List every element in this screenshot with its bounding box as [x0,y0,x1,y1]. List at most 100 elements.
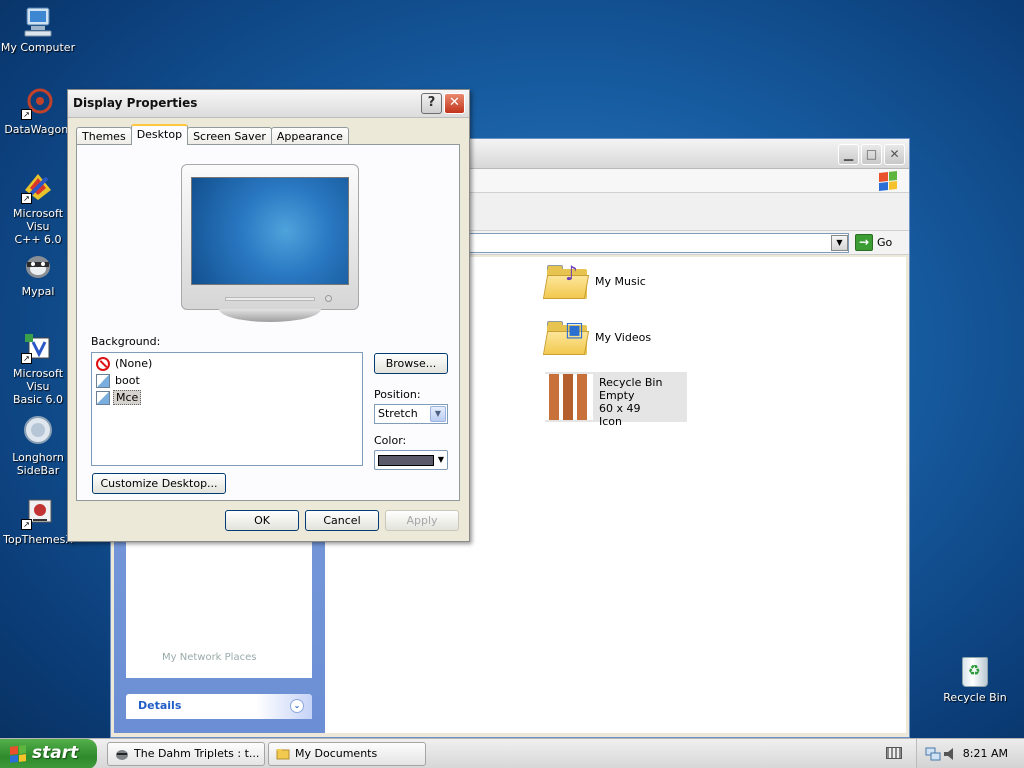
help-button[interactable]: ? [421,93,442,114]
chevron-down-icon[interactable]: ⌄ [290,699,304,713]
bitmap-icon [96,390,110,405]
tab-strip: Themes Desktop Screen Saver Appearance [76,124,349,145]
datawagon-icon: ↗ [21,86,55,120]
desktop-icon-recycle-bin[interactable]: Recycle Bin [940,657,1010,704]
desktop-icon-datawagon[interactable]: ↗ DataWagon. [0,86,76,136]
desktop-icon-topthemes[interactable]: ↗ TopThemesX [0,496,76,546]
ok-button[interactable]: OK [225,510,299,531]
taskbar-button-label: My Documents [295,747,378,760]
tab-appearance[interactable]: Appearance [270,127,349,145]
list-item-my-music[interactable]: ♪ My Music [542,261,646,301]
background-label: Background: [91,335,161,348]
browse-button[interactable]: Browse... [374,353,448,374]
address-dropdown-button[interactable]: ▼ [831,235,848,251]
taskbar-button-my-documents[interactable]: My Documents [268,742,426,766]
customize-desktop-button[interactable]: Customize Desktop... [92,473,226,494]
desktop-icon-longhorn-sidebar[interactable]: Longhorn SideBar [0,414,76,477]
monitor-preview [181,164,359,324]
tab-desktop[interactable]: Desktop [130,124,189,145]
list-item-label: (None) [115,357,153,370]
color-picker-button[interactable]: ▼ [374,450,448,470]
details-panel-header[interactable]: Details ⌄ [126,694,312,719]
list-item[interactable]: boot [96,372,358,389]
desktop-icon-label: Microsoft Visu C++ 6.0 [12,207,64,246]
list-item[interactable]: (None) [96,355,358,372]
desktop-icon-visual-cpp[interactable]: ↗ Microsoft Visu C++ 6.0 [0,170,76,246]
network-places-link[interactable]: My Network Places [162,652,256,663]
windows-logo-icon [879,171,897,191]
desktop-icon-label: Recycle Bin [943,691,1007,704]
visual-basic-icon: ↗ [21,330,55,364]
topthemes-icon: ↗ [21,496,55,530]
color-swatch [378,455,434,466]
cancel-button[interactable]: Cancel [305,510,379,531]
none-icon [96,356,110,371]
minimize-button[interactable]: ▁ [838,144,859,165]
list-item-label: My Music [595,274,646,288]
file-name: Recycle Bin Empty [599,376,663,402]
video-folder-icon: ▣ [542,317,590,357]
list-item-recycle-bin-empty[interactable]: Recycle Bin Empty 60 x 49 Icon [545,372,687,428]
tab-screen-saver[interactable]: Screen Saver [187,127,272,145]
shortcut-arrow-icon: ↗ [21,519,32,530]
shortcut-arrow-icon: ↗ [21,353,32,364]
taskbar: start The Dahm Triplets : t... My Docume… [0,738,1024,768]
desktop-icon-label: DataWagon. [4,123,72,136]
desktop-icon-mypal[interactable]: Mypal [0,248,76,298]
position-select[interactable]: Stretch ▼ [374,404,448,424]
keyboard-icon[interactable] [886,747,902,759]
folder-icon [276,747,290,761]
windows-logo-icon [10,745,26,763]
tab-themes[interactable]: Themes [76,127,132,145]
start-label: start [32,743,79,763]
raccoon-app-icon [115,747,129,761]
dialog-titlebar[interactable]: Display Properties ? ✕ [68,90,469,118]
taskbar-button-dahm-triplets[interactable]: The Dahm Triplets : t... [107,742,265,766]
color-label: Color: [374,434,407,447]
music-folder-icon: ♪ [542,261,590,301]
maximize-button[interactable]: □ [861,144,882,165]
chevron-down-icon: ▼ [437,455,444,464]
file-details: Recycle Bin Empty 60 x 49 Icon [599,376,687,428]
desktop-icon-my-computer[interactable]: My Computer [0,4,76,54]
file-type: Icon [599,415,622,428]
taskbar-button-label: The Dahm Triplets : t... [134,747,260,760]
position-label: Position: [374,388,421,401]
close-button[interactable]: ✕ [884,144,905,165]
recycle-bin-icon [962,657,988,687]
power-led-icon [325,295,332,302]
start-button[interactable]: start [0,739,97,768]
desktop-icon-label: My Computer [0,41,76,54]
my-computer-icon [21,4,55,38]
list-item-my-videos[interactable]: ▣ My Videos [542,317,651,357]
desktop-icon-label: Mypal [21,285,55,298]
desktop-icon-label: Longhorn SideBar [12,451,64,477]
close-button[interactable]: ✕ [444,93,465,114]
network-icon[interactable] [925,746,941,765]
system-tray: 8:21 AM [916,739,1024,768]
bitmap-icon [96,373,110,388]
longhorn-sidebar-icon [21,414,55,448]
desktop-icon-visual-basic[interactable]: ↗ Microsoft Visu Basic 6.0 [0,330,76,406]
details-label: Details [138,699,182,712]
apply-button[interactable]: Apply [385,510,459,531]
go-button[interactable]: → Go [855,234,892,251]
desktop-icon-label: TopThemesX [3,533,73,546]
volume-icon[interactable] [943,746,957,765]
list-item[interactable]: Mce [96,389,358,406]
position-value: Stretch [378,407,418,420]
shortcut-arrow-icon: ↗ [21,193,32,204]
display-properties-dialog[interactable]: Display Properties ? ✕ Themes Desktop Sc… [67,89,470,542]
image-thumbnail [545,374,593,420]
background-list[interactable]: (None) boot Mce [91,352,363,466]
go-label: Go [877,236,893,249]
wallpaper-preview [191,177,349,285]
chevron-down-icon[interactable]: ▼ [430,406,446,422]
clock[interactable]: 8:21 AM [963,747,1008,760]
dialog-title: Display Properties [73,96,198,110]
file-dimensions: 60 x 49 [599,402,641,415]
list-item-label: Mce [113,390,142,405]
list-item-label: boot [115,374,140,387]
visual-cpp-icon: ↗ [21,170,55,204]
shortcut-arrow-icon: ↗ [21,109,32,120]
